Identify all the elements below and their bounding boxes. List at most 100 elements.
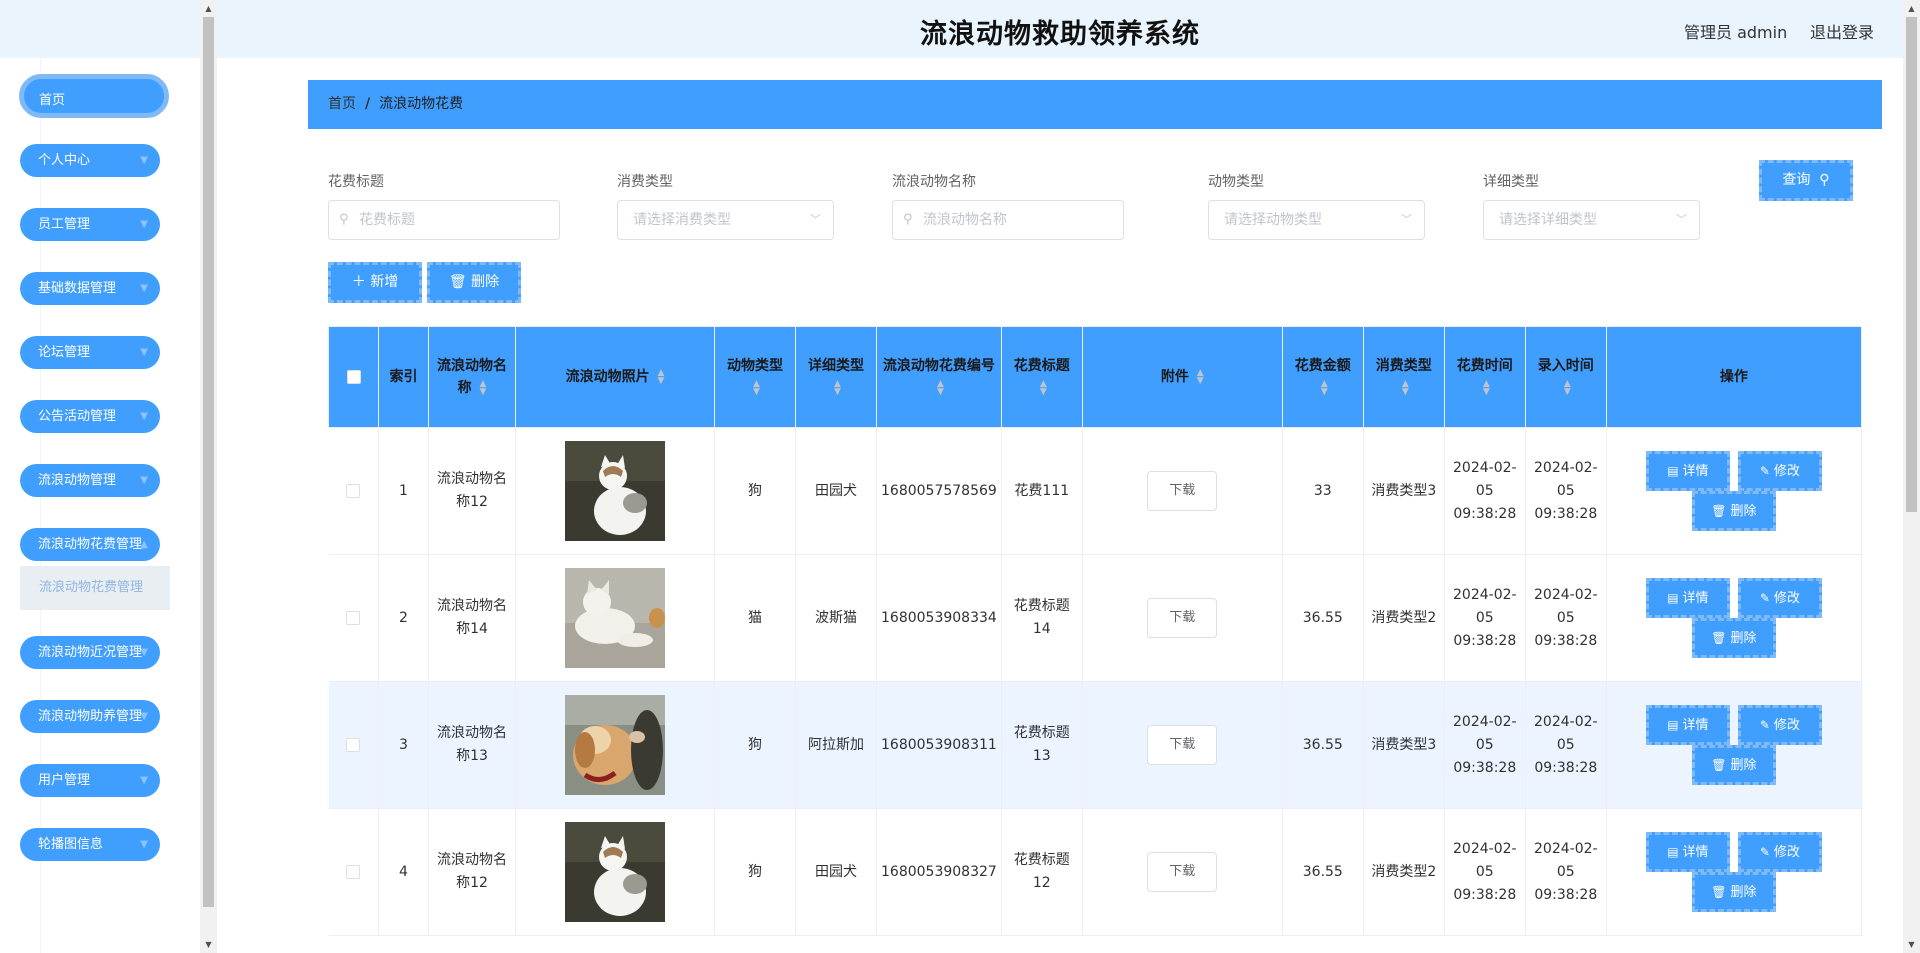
submenu-item-animal-cost-management[interactable]: 流浪动物花费管理 [20,566,170,610]
sort-icon[interactable]: ▲ ▼ [1564,380,1571,397]
edit-button[interactable]: ✎ 修改 [1737,832,1822,872]
row-checkbox[interactable] [346,864,361,879]
trash-icon: 🗑 [1711,885,1727,899]
col-amount[interactable]: 花费金额 ▲ ▼ [1281,326,1364,428]
detail-type-select[interactable]: 请选择详细类型 ﹀ [1483,200,1700,240]
sidebar-item-animal-status[interactable]: 流浪动物近况管理 ▼ [20,636,160,669]
sidebar-item-sponsorship[interactable]: 流浪动物助养管理 ▼ [20,700,160,733]
sidebar-item-label: 流浪动物助养管理 [38,709,143,724]
cell-attachment: 下载 [1082,554,1283,682]
delete-button-label: 删除 [1730,504,1757,519]
sidebar-item-animal-costs[interactable]: 流浪动物花费管理 ▲ [20,528,160,561]
batch-delete-button[interactable]: 🗑 删除 [427,262,521,303]
sidebar-item-announcements[interactable]: 公告活动管理 ▼ [20,400,160,433]
sidebar-item-carousel[interactable]: 轮播图信息 ▼ [20,828,160,861]
cell-attachment: 下载 [1082,808,1283,936]
chevron-down-icon: ▼ [140,647,148,658]
sidebar-scrollbar[interactable]: ▲ ▼ [200,0,217,953]
cell-amount: 36.55 [1282,681,1364,809]
col-name[interactable]: 流浪动物名称 ▲ ▼ [428,326,516,428]
edit-button[interactable]: ✎ 修改 [1737,705,1822,745]
chevron-down-icon: ﹀ [1676,213,1687,226]
breadcrumb-home[interactable]: 首页 [328,96,356,112]
sort-icon[interactable]: ▲ ▼ [1040,380,1047,397]
animal-photo[interactable] [565,695,665,795]
delete-button[interactable]: 🗑 删除 [1691,618,1776,658]
scroll-up-arrow-icon[interactable]: ▲ [1903,0,1920,17]
batch-delete-button-label: 删除 [471,274,500,290]
delete-button[interactable]: 🗑 删除 [1691,491,1776,531]
query-button[interactable]: 查询 ⚲ [1759,160,1853,201]
col-title[interactable]: 花费标题 ▲ ▼ [1000,326,1083,428]
cell-insert-time: 2024-02-05 09:38:28 [1525,808,1607,936]
select-all-checkbox[interactable] [346,370,361,384]
sort-icon[interactable]: ▲ ▼ [753,380,760,397]
animal-name-input[interactable]: ⚲ 流浪动物名称 [892,200,1124,240]
sidebar-item-basic-data[interactable]: 基础数据管理 ▼ [20,272,160,305]
sidebar-item-label: 员工管理 [38,217,91,232]
download-button[interactable]: 下载 [1147,471,1218,511]
query-button-label: 查询 [1782,172,1811,188]
col-photo[interactable]: 流浪动物照片 ▲ ▼ [515,326,715,428]
edit-button-label: 修改 [1773,464,1800,479]
sidebar-item-forum[interactable]: 论坛管理 ▼ [20,336,160,369]
row-checkbox[interactable] [346,610,361,625]
download-button[interactable]: 下载 [1147,598,1218,638]
edit-button[interactable]: ✎ 修改 [1737,451,1822,491]
col-consume-type[interactable]: 消费类型 ▲ ▼ [1362,326,1445,428]
animal-photo[interactable] [565,568,665,668]
scroll-up-arrow-icon[interactable]: ▲ [200,0,217,17]
sidebar-item-personal-center[interactable]: 个人中心 ▼ [20,144,160,177]
sidebar-item-animals[interactable]: 流浪动物管理 ▼ [20,464,160,497]
logout-link[interactable]: 退出登录 [1810,19,1874,43]
download-button[interactable]: 下载 [1147,852,1218,892]
col-cost-time[interactable]: 花费时间 ▲ ▼ [1443,326,1526,428]
table-row: 2 流浪动物名称14 猫 波斯猫 1680053908334 花费标题14 下载 [328,554,1863,682]
col-attachment[interactable]: 附件 ▲ ▼ [1081,326,1283,428]
delete-button[interactable]: 🗑 删除 [1691,872,1776,912]
cost-table: 索引 流浪动物名称 ▲ ▼ 流浪动物照片 ▲ ▼ 动物类型 ▲ ▼ 详细类型 ▲ ▼ 流… [328,326,1863,936]
animal-type-select[interactable]: 请选择动物类型 ﹀ [1208,200,1425,240]
detail-type-placeholder: 请选择详细类型 [1499,212,1597,228]
sort-icon[interactable]: ▲ ▼ [1483,380,1490,397]
main-scrollbar[interactable]: ▲ ▼ [1903,0,1920,953]
delete-button[interactable]: 🗑 删除 [1691,745,1776,785]
trash-icon: 🗑 [448,274,472,290]
col-index: 索引 [378,326,429,428]
sort-icon[interactable]: ▲ ▼ [1197,369,1204,386]
breadcrumb-separator: / [365,96,371,112]
download-button[interactable]: 下载 [1147,725,1218,765]
col-animal-type[interactable]: 动物类型 ▲ ▼ [714,326,796,428]
sidebar-item-users[interactable]: 用户管理 ▼ [20,764,160,797]
animal-photo[interactable] [565,822,665,922]
consume-type-select[interactable]: 请选择消费类型 ﹀ [617,200,834,240]
sort-icon[interactable]: ▲ ▼ [834,380,841,397]
submenu-item-label: 流浪动物花费管理 [39,580,144,595]
row-checkbox[interactable] [346,483,361,498]
sort-icon[interactable]: ▲ ▼ [479,380,486,397]
row-checkbox[interactable] [346,737,361,752]
col-detail-type[interactable]: 详细类型 ▲ ▼ [795,326,877,428]
sort-icon[interactable]: ▲ ▼ [657,369,664,386]
sort-icon[interactable]: ▲ ▼ [1402,380,1409,397]
cost-title-input[interactable]: ⚲ 花费标题 [328,200,560,240]
edit-button[interactable]: ✎ 修改 [1737,578,1822,618]
sort-icon[interactable]: ▲ ▼ [937,380,944,397]
cell-ops: ▤ 详情 ✎ 修改🗑 删除 [1606,808,1863,936]
sidebar-scrollbar-thumb[interactable] [203,17,214,907]
detail-button[interactable]: ▤ 详情 [1645,578,1730,618]
detail-button[interactable]: ▤ 详情 [1645,705,1730,745]
detail-button[interactable]: ▤ 详情 [1645,451,1730,491]
col-insert-time[interactable]: 录入时间 ▲ ▼ [1524,326,1607,428]
scroll-down-arrow-icon[interactable]: ▼ [1903,936,1920,953]
sort-icon[interactable]: ▲ ▼ [1321,380,1328,397]
sidebar-item-staff[interactable]: 员工管理 ▼ [20,208,160,241]
animal-photo[interactable] [565,441,665,541]
scroll-down-arrow-icon[interactable]: ▼ [200,936,217,953]
detail-button[interactable]: ▤ 详情 [1645,832,1730,872]
col-code[interactable]: 流浪动物花费编号 ▲ ▼ [876,326,1002,428]
main-scrollbar-thumb[interactable] [1906,17,1917,512]
cell-consume-type: 消费类型3 [1363,681,1445,809]
add-button[interactable]: ＋ 新增 [328,262,422,303]
sidebar-item-home[interactable]: 首页 [19,74,169,118]
